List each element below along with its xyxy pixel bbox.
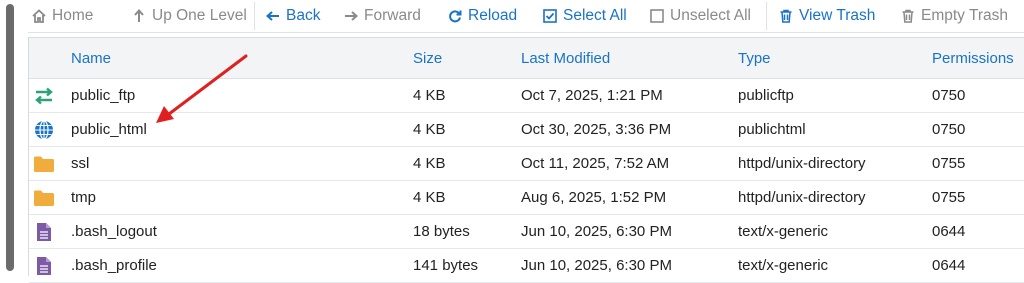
file-name[interactable]: .bash_profile (71, 249, 157, 282)
folder-icon (33, 181, 55, 214)
file-size: 18 bytes (413, 223, 470, 240)
table-row[interactable]: public_html 4 KB Oct 30, 2025, 3:36 PM p… (29, 113, 1024, 147)
file-name[interactable]: tmp (71, 181, 96, 214)
scrollbar-thumb[interactable] (6, 4, 14, 271)
home-icon (32, 8, 46, 23)
trash-icon (901, 9, 915, 23)
file-permissions: 0755 (932, 189, 966, 206)
folder-icon (33, 147, 55, 180)
file-permissions: 0750 (932, 87, 966, 104)
table-row[interactable]: .bash_profile 141 bytes Jun 10, 2025, 6:… (29, 249, 1024, 283)
view-trash-button[interactable]: View Trash (779, 0, 875, 31)
toolbar-divider (766, 2, 767, 30)
file-type: httpd/unix-directory (738, 155, 866, 172)
empty-checkbox-icon (650, 8, 664, 23)
up-arrow-icon (132, 8, 146, 23)
reload-button[interactable]: Reload (448, 0, 517, 31)
file-size: 4 KB (413, 121, 446, 138)
empty-trash-button[interactable]: Empty Trash (901, 0, 1008, 31)
column-header-last-modified[interactable]: Last Modified (521, 38, 610, 78)
file-permissions: 0755 (932, 155, 966, 172)
checked-box-icon (543, 8, 557, 23)
column-header-permissions[interactable]: Permissions (932, 38, 1014, 78)
table-row[interactable]: .bash_logout 18 bytes Jun 10, 2025, 6:30… (29, 215, 1024, 249)
globe-icon (33, 113, 55, 146)
file-list: Name Size Last Modified Type Permissions… (28, 37, 1024, 283)
table-row[interactable]: tmp 4 KB Aug 6, 2025, 1:52 PM httpd/unix… (29, 181, 1024, 215)
file-type: publicftp (738, 87, 794, 104)
file-last-modified: Oct 7, 2025, 1:21 PM (521, 87, 663, 104)
file-last-modified: Aug 6, 2025, 1:52 PM (521, 189, 667, 206)
home-label: Home (52, 6, 94, 24)
file-size: 4 KB (413, 87, 446, 104)
file-type: httpd/unix-directory (738, 189, 866, 206)
file-size: 4 KB (413, 189, 446, 206)
file-last-modified: Oct 30, 2025, 3:36 PM (521, 121, 672, 138)
trash-icon (779, 9, 793, 23)
scrollbar-track[interactable] (0, 0, 22, 275)
reload-icon (448, 9, 462, 23)
select-all-button[interactable]: Select All (543, 0, 627, 31)
file-name[interactable]: public_html (71, 113, 147, 146)
file-name[interactable]: ssl (71, 147, 89, 180)
column-header-name[interactable]: Name (71, 38, 111, 78)
forward-arrow-icon (344, 9, 358, 23)
file-size: 4 KB (413, 155, 446, 172)
select-all-label: Select All (563, 6, 627, 24)
file-last-modified: Oct 11, 2025, 7:52 AM (521, 155, 670, 172)
home-button[interactable]: Home (32, 0, 93, 31)
empty-trash-label: Empty Trash (921, 6, 1008, 24)
file-permissions: 0644 (932, 257, 966, 274)
file-type: text/x-generic (738, 257, 829, 274)
column-header-size[interactable]: Size (413, 38, 442, 78)
view-trash-label: View Trash (799, 6, 876, 24)
file-name[interactable]: public_ftp (71, 79, 135, 112)
unselect-all-button[interactable]: Unselect All (650, 0, 751, 31)
up-one-level-button[interactable]: Up One Level (132, 0, 247, 31)
back-label: Back (286, 6, 321, 24)
table-header: Name Size Last Modified Type Permissions (29, 38, 1024, 79)
unselect-all-label: Unselect All (670, 6, 751, 24)
file-type: text/x-generic (738, 223, 829, 240)
file-last-modified: Jun 10, 2025, 6:30 PM (521, 257, 672, 274)
reload-label: Reload (468, 6, 518, 24)
column-header-type[interactable]: Type (738, 38, 771, 78)
text-file-icon (33, 215, 55, 248)
file-permissions: 0644 (932, 223, 966, 240)
file-last-modified: Jun 10, 2025, 6:30 PM (521, 223, 672, 240)
back-button[interactable]: Back (266, 0, 320, 31)
back-arrow-icon (266, 9, 280, 23)
file-size: 141 bytes (413, 257, 479, 274)
table-row[interactable]: ssl 4 KB Oct 11, 2025, 7:52 AM httpd/uni… (29, 147, 1024, 181)
file-name[interactable]: .bash_logout (71, 215, 157, 248)
file-type: publichtml (738, 121, 806, 138)
forward-button[interactable]: Forward (344, 0, 421, 31)
forward-label: Forward (364, 6, 421, 24)
toolbar-divider (254, 2, 255, 30)
text-file-icon (33, 249, 55, 282)
toolbar: Home Up One Level Back Forward Reload Se… (28, 0, 1024, 33)
file-permissions: 0750 (932, 121, 966, 138)
table-row[interactable]: public_ftp 4 KB Oct 7, 2025, 1:21 PM pub… (29, 79, 1024, 113)
up-one-level-label: Up One Level (152, 6, 247, 24)
transfer-arrows-icon (33, 79, 55, 112)
